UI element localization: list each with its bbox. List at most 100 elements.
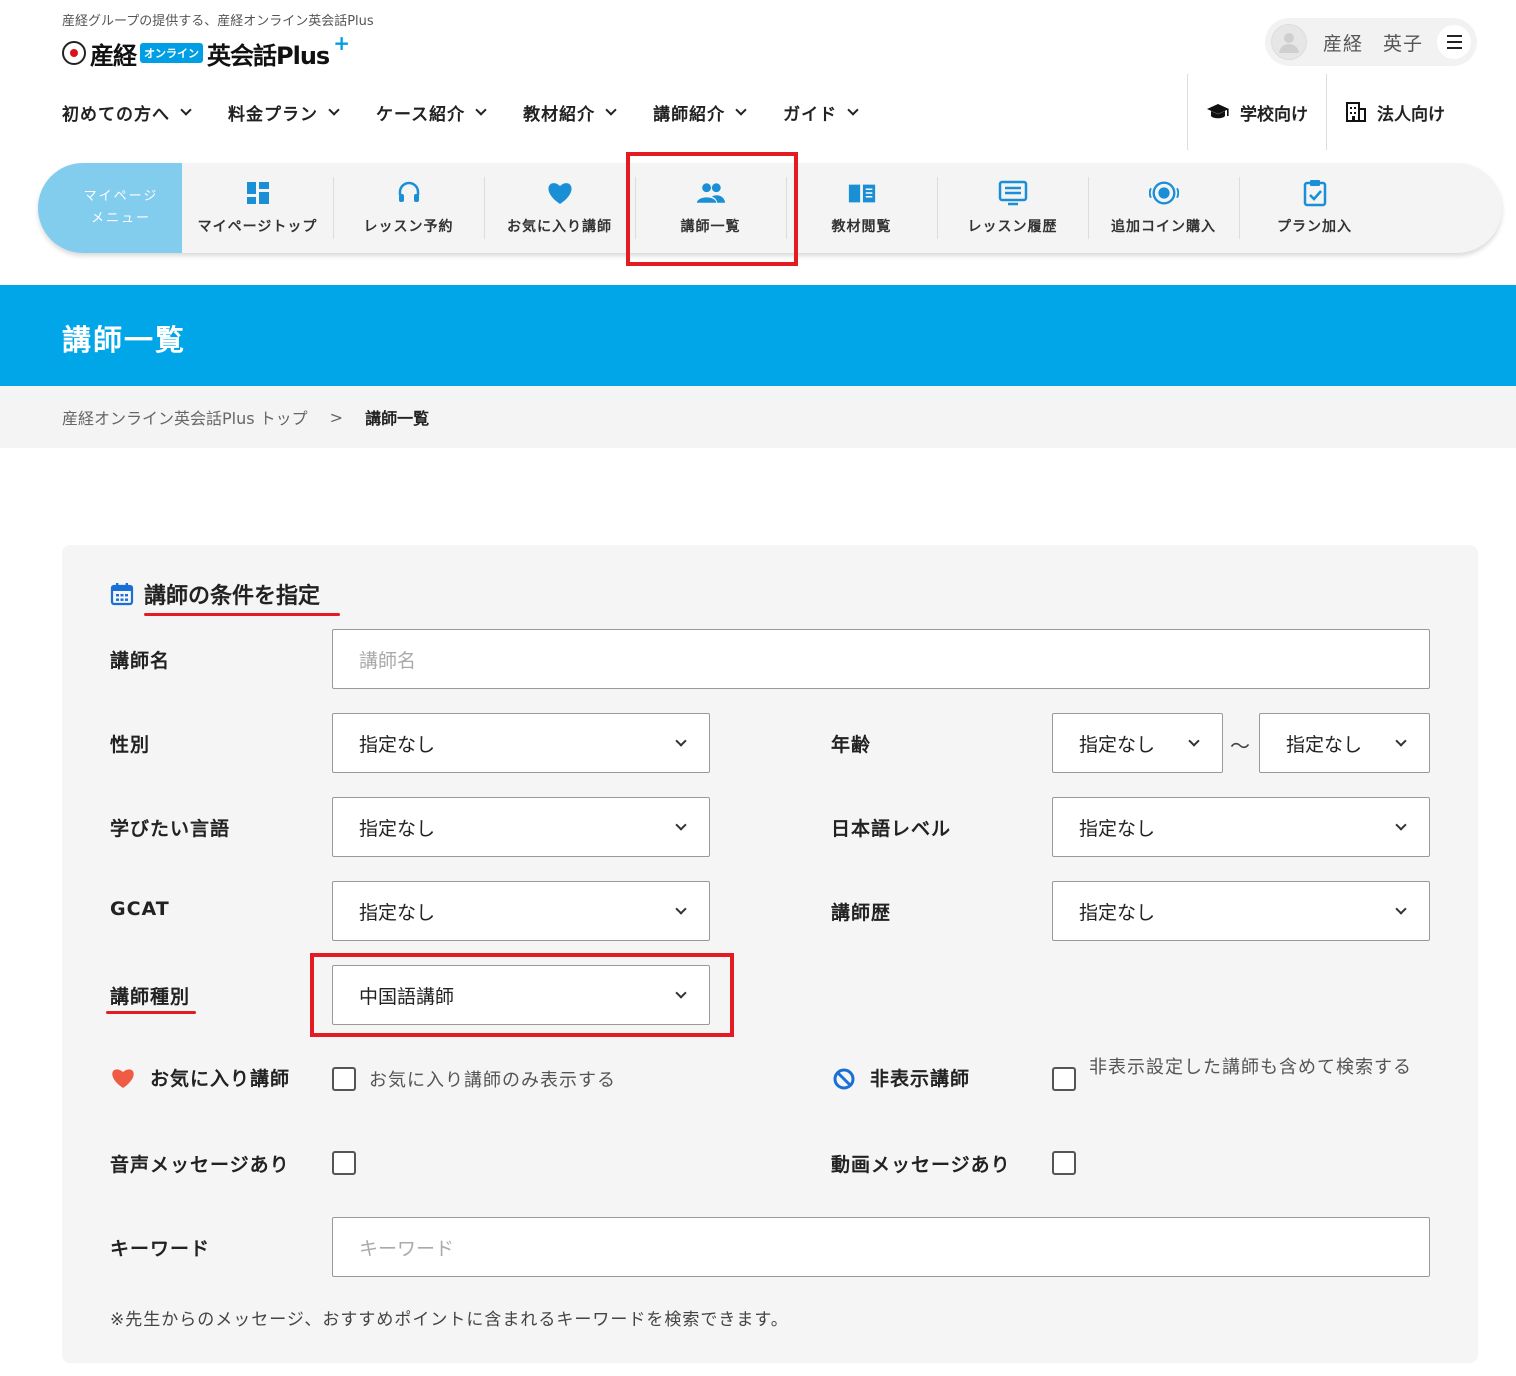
mypage-item-label: マイページトップ [197,219,318,235]
site-logo[interactable]: 産経 オンライン 英会話Plus + [62,31,350,70]
heart-icon [545,180,575,206]
mypage-item-label: レッスン予約 [363,219,454,235]
corporate-link[interactable]: 法人向け [1326,74,1463,150]
hamburger-menu-icon[interactable] [1437,25,1471,59]
mypage-item-reserve[interactable]: レッスン予約 [333,163,484,253]
language-select[interactable]: 指定なし [332,797,710,857]
hidden-teacher-checkbox[interactable] [1052,1067,1076,1091]
gender-select-value: 指定なし [359,733,436,756]
graduation-cap-icon [1207,104,1229,119]
building-icon [1346,102,1366,122]
gnav-item-materials[interactable]: 教材紹介 [523,100,617,125]
japanese-level-value: 指定なし [1079,817,1156,840]
mypage-label-line1: マイページ [83,189,159,204]
age-to-value: 指定なし [1286,733,1363,756]
teacher-type-underline [106,1011,196,1014]
experience-select-value: 指定なし [1079,901,1156,924]
page-banner: 講師一覧 [0,285,1516,386]
page-title: 講師一覧 [62,323,187,357]
mypage-item-coins[interactable]: 追加コイン購入 [1088,163,1239,253]
logo-mark-icon [62,41,86,65]
heart-icon [112,1069,134,1088]
age-range-tilde: 〜 [1230,734,1250,758]
mypage-item-plan[interactable]: プラン加入 [1239,163,1390,253]
mypage-item-favorites[interactable]: お気に入り講師 [484,163,635,253]
chevron-down-icon [675,903,687,915]
breadcrumb-current: 講師一覧 [365,409,430,428]
japanese-level-select[interactable]: 指定なし [1052,797,1430,857]
teacher-name-label: 講師名 [110,650,171,672]
chevron-down-icon [605,103,617,116]
logo-badge: オンライン [140,43,203,63]
search-section-title: 講師の条件を指定 [110,578,320,610]
mypage-item-history[interactable]: レッスン履歴 [937,163,1088,253]
site-header: 産経グループの提供する、産経オンライン英会話Plus 産経 オンライン 英会話P… [0,0,1516,150]
voice-message-checkbox[interactable] [332,1151,356,1175]
mypage-menu-label: マイページ メニュー [38,163,182,253]
experience-select[interactable]: 指定なし [1052,881,1430,941]
gcat-select-value: 指定なし [359,901,436,924]
mypage-item-top[interactable]: マイページトップ [182,163,333,253]
gnav-label: ケース紹介 [376,104,466,125]
age-to-select[interactable]: 指定なし [1259,713,1430,773]
gnav-item-teachers[interactable]: 講師紹介 [653,100,747,125]
gnav-label: ガイド [783,104,838,125]
gnav-item-pricing[interactable]: 料金プラン [228,100,340,125]
chevron-down-icon [1188,735,1200,747]
user-avatar-icon [1271,24,1307,60]
highlight-box-teacher-list [626,152,798,266]
chevron-down-icon [735,103,747,116]
highlight-box-teacher-type [310,953,734,1037]
gender-label: 性別 [110,734,151,756]
gnav-label: 講師紹介 [653,104,726,125]
block-icon [833,1068,855,1090]
keyword-input[interactable]: キーワード [332,1217,1430,1277]
keyword-label: キーワード [110,1238,211,1260]
gnav-item-beginners[interactable]: 初めての方へ [62,100,192,125]
hidden-teacher-label: 非表示講師 [870,1068,971,1090]
logo-text-part1: 産経 [90,41,137,70]
search-section-title-text: 講師の条件を指定 [144,584,321,609]
gcat-select[interactable]: 指定なし [332,881,710,941]
headset-icon [394,180,424,206]
experience-label: 講師歴 [831,902,892,924]
school-link[interactable]: 学校向け [1187,74,1326,150]
gender-select[interactable]: 指定なし [332,713,710,773]
language-label: 学びたい言語 [110,818,231,840]
section-title-underline [144,613,340,616]
hidden-teacher-checkbox-text: 非表示設定した講師も含めて検索する [1089,1057,1412,1078]
favorite-checkbox-text: お気に入り講師のみ表示する [369,1070,616,1091]
language-select-value: 指定なし [359,817,436,840]
clipboard-check-icon [1300,180,1330,207]
mypage-item-label: 教材閲覧 [831,219,892,235]
side-links: 学校向け 法人向け [1187,74,1463,150]
dashboard-icon [243,180,273,206]
corporate-link-label: 法人向け [1377,104,1445,125]
keyword-note: ※先生からのメッセージ、おすすめポイントに含まれるキーワードを検索できます。 [110,1310,789,1330]
age-from-value: 指定なし [1079,733,1156,756]
header-tagline: 産経グループの提供する、産経オンライン英会話Plus [62,14,374,29]
book-icon [847,180,877,206]
voice-message-label: 音声メッセージあり [110,1154,290,1176]
coin-icon [1148,180,1179,206]
breadcrumb-home-link[interactable]: 産経オンライン英会話Plus トップ [62,405,308,429]
gnav-label: 教材紹介 [523,104,596,125]
chevron-down-icon [328,103,340,116]
video-message-checkbox[interactable] [1052,1151,1076,1175]
chevron-down-icon [1395,819,1407,831]
breadcrumb-separator: > [329,407,344,427]
age-from-select[interactable]: 指定なし [1052,713,1223,773]
user-name: 産経 英子 [1323,32,1424,55]
gnav-item-guide[interactable]: ガイド [783,100,859,125]
gnav-item-cases[interactable]: ケース紹介 [376,100,487,125]
mypage-item-label: お気に入り講師 [507,219,612,235]
user-menu[interactable]: 産経 英子 [1265,18,1477,66]
calendar-icon [110,583,134,606]
mypage-item-materials[interactable]: 教材閲覧 [786,163,937,253]
logo-plus: + [333,31,350,55]
global-nav: 初めての方へ 料金プラン ケース紹介 教材紹介 講師紹介 ガイド [62,92,895,132]
mypage-item-label: プラン加入 [1277,219,1352,235]
favorite-checkbox[interactable] [332,1067,356,1091]
breadcrumb: 産経オンライン英会話Plus トップ > 講師一覧 [0,386,1516,448]
teacher-name-input[interactable]: 講師名 [332,629,1430,689]
